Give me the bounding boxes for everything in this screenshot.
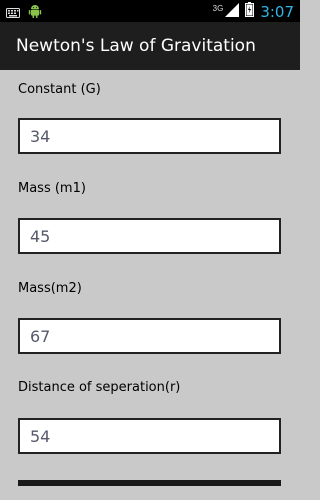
constant-g-input[interactable] [18,118,281,154]
calculate-button-edge[interactable] [18,480,281,486]
constant-g-label: Constant (G) [18,82,101,97]
status-bar: 3G 3:07 [0,0,300,22]
mass-m1-label: Mass (m1) [18,181,86,196]
mass-m1-input[interactable] [18,218,281,254]
distance-r-input[interactable] [18,418,281,454]
android-icon [28,4,42,24]
signal-icon [225,2,240,22]
keyboard-icon [6,5,20,23]
clock: 3:07 [260,3,294,21]
distance-r-label: Distance of seperation(r) [18,380,181,395]
network-type-label: 3G [212,3,224,13]
action-bar: Newton's Law of Gravitation [0,22,300,70]
mass-m2-input[interactable] [18,318,281,354]
mass-m2-label: Mass(m2) [18,281,82,296]
battery-icon [245,2,255,22]
app-title: Newton's Law of Gravitation [16,36,256,56]
